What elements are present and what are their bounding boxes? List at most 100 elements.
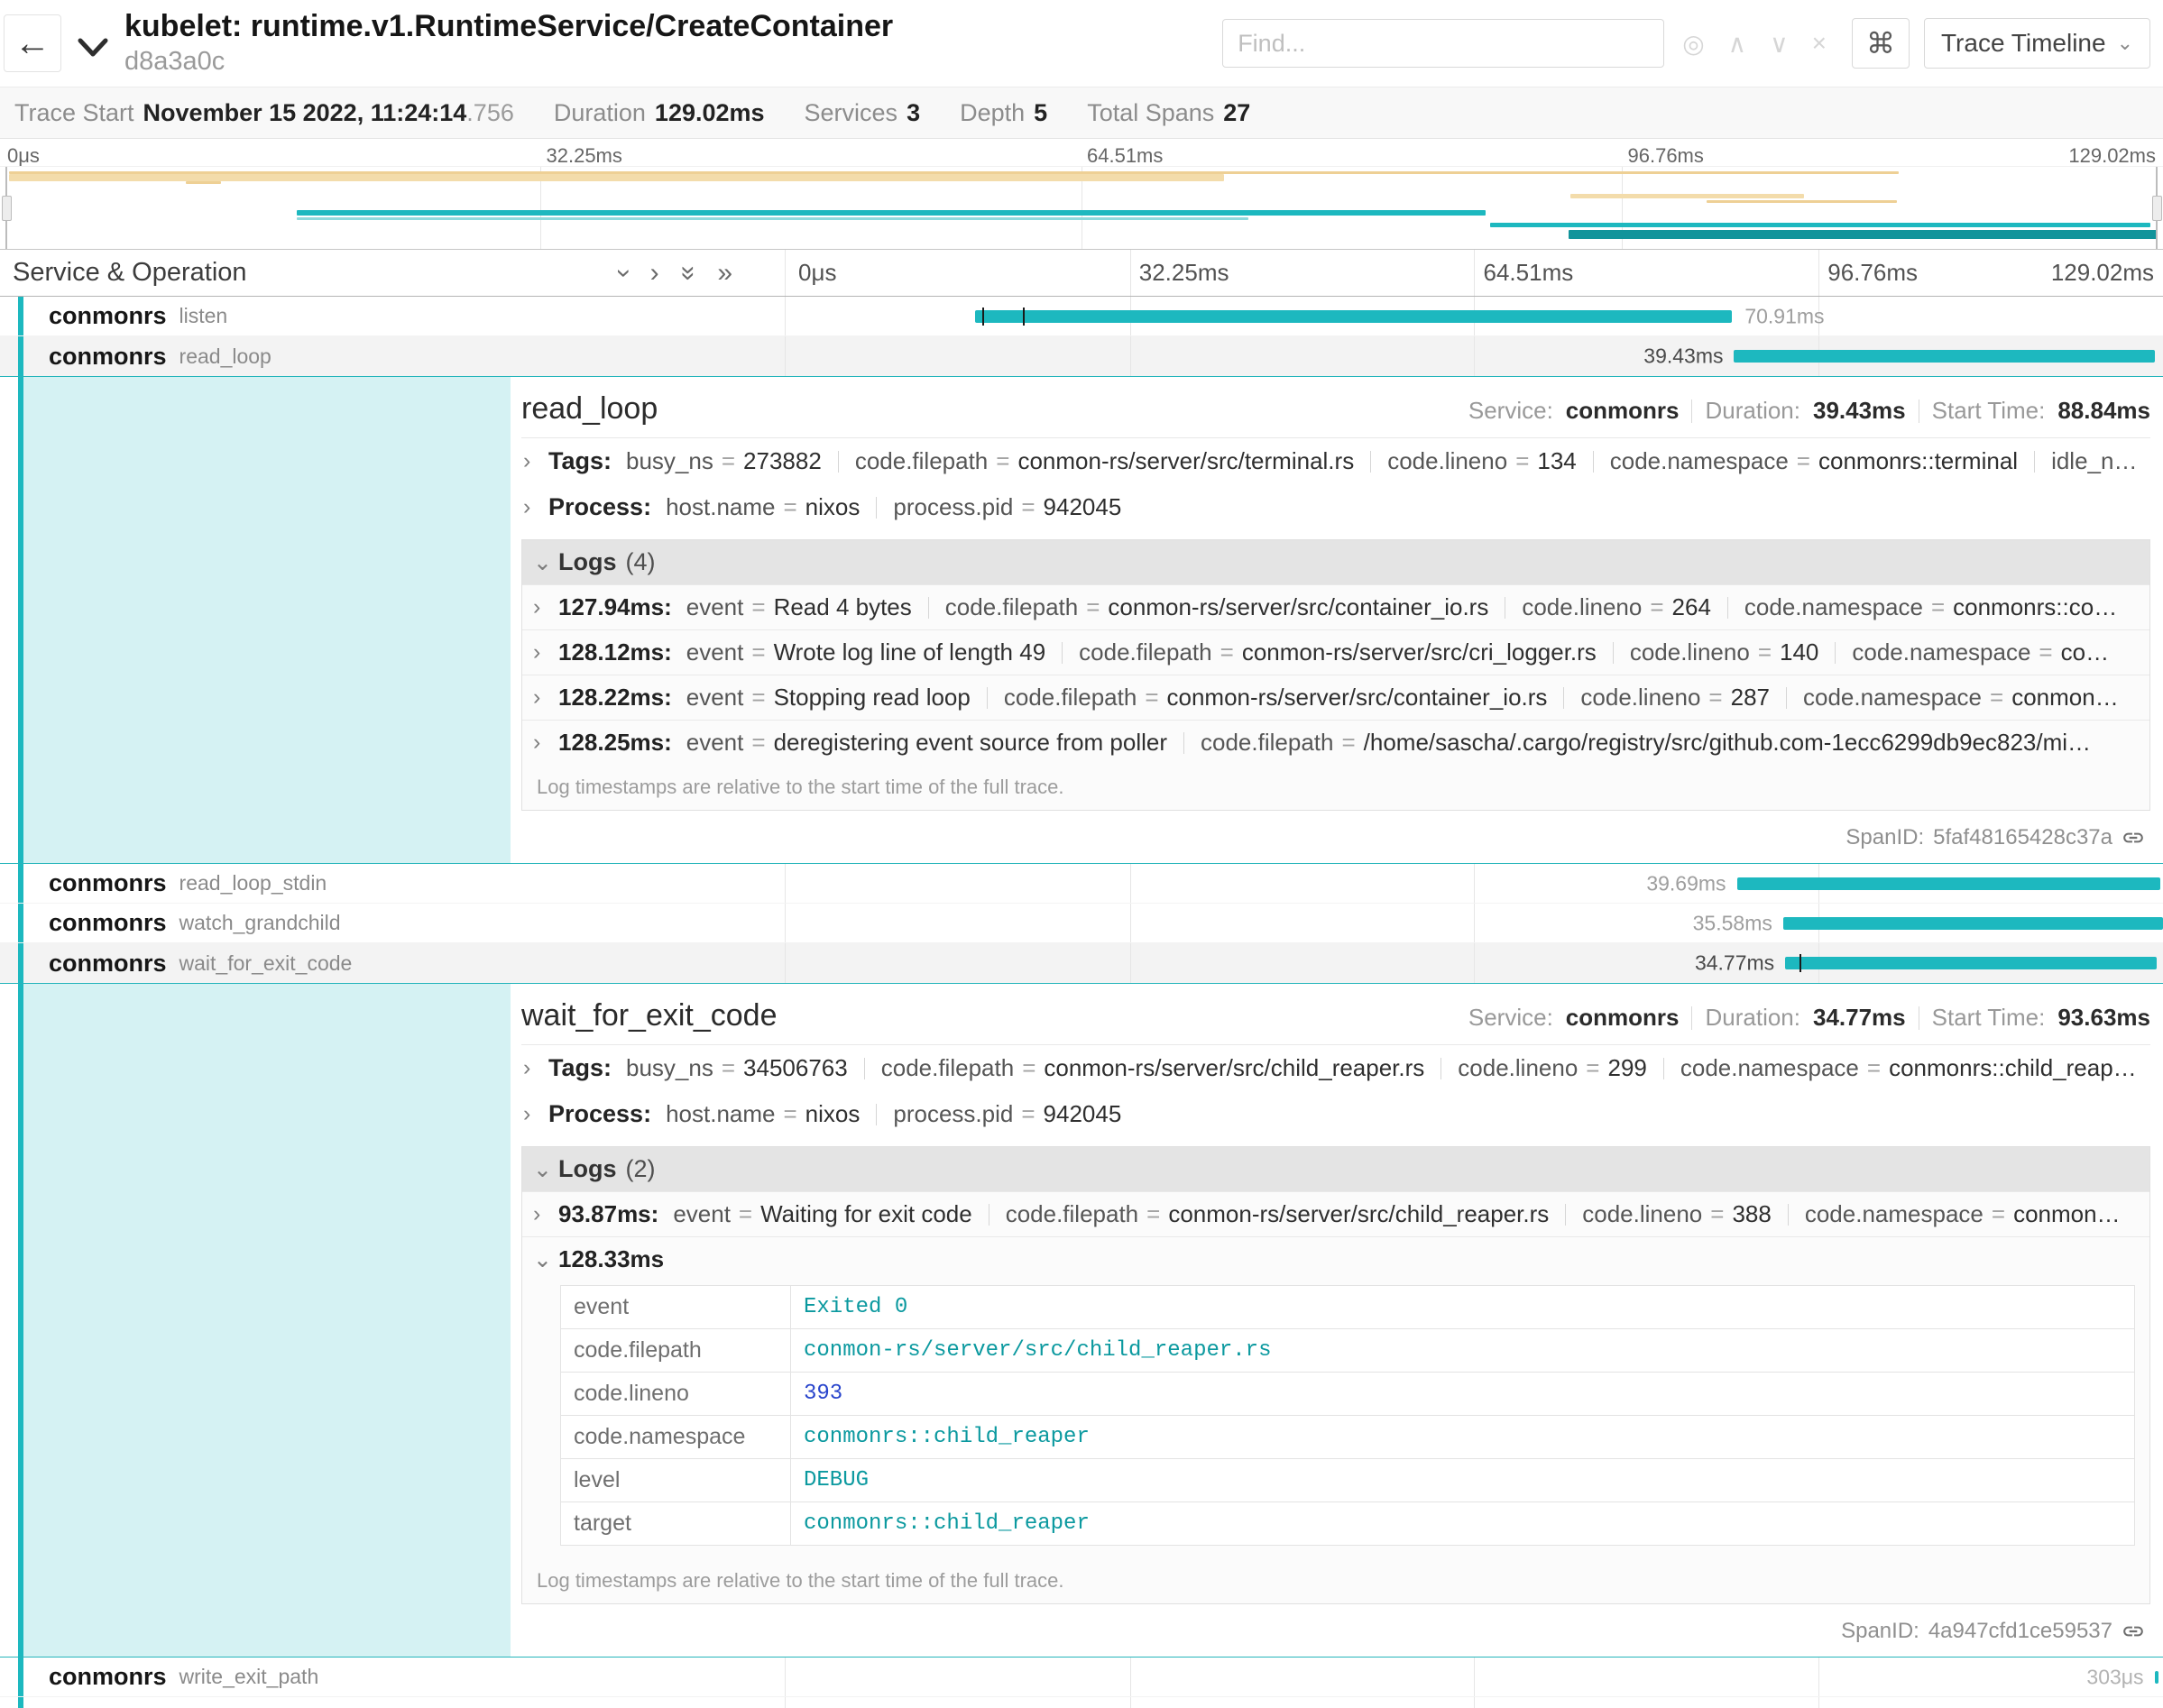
field-key: code.namespace bbox=[1805, 1200, 1984, 1227]
span-duration-label: 35.58ms bbox=[1693, 911, 1772, 935]
span-bar[interactable] bbox=[1785, 957, 2157, 969]
log-entry[interactable]: › 128.12ms: event=Wrote log line of leng… bbox=[522, 629, 2149, 675]
span-timeline-cell[interactable]: 35.58ms bbox=[785, 904, 2163, 942]
ruler-tick: 129.02ms bbox=[2051, 259, 2154, 287]
span-name-cell[interactable]: conmonrs watch_grandchild bbox=[0, 904, 785, 942]
span-detail-stats: Service:conmonrs Duration:39.43ms Start … bbox=[1468, 397, 2150, 425]
equals-sign: = bbox=[739, 1200, 752, 1227]
back-button[interactable]: ← bbox=[4, 14, 61, 72]
field-key: busy_ns bbox=[626, 447, 713, 474]
span-name-cell[interactable]: conmonrs write_exit_path bbox=[0, 1657, 785, 1696]
collapse-one-icon[interactable]: › bbox=[609, 269, 640, 278]
page-title: kubelet: runtime.v1.RuntimeService/Creat… bbox=[124, 10, 893, 43]
span-bar[interactable] bbox=[1737, 877, 2161, 890]
equals-sign: = bbox=[1086, 593, 1100, 620]
equals-sign: = bbox=[722, 447, 735, 474]
minimap-tick-row: 0μs 32.25ms 64.51ms 96.76ms 129.02ms bbox=[0, 139, 2163, 166]
minimap-left-handle[interactable] bbox=[5, 167, 7, 249]
span-timeline-cell[interactable]: 34.77ms bbox=[785, 943, 2163, 983]
field-value: Wrote log line of length 49 bbox=[774, 638, 1046, 666]
logs-title: Logs bbox=[558, 548, 617, 576]
minimap-right-handle[interactable] bbox=[2156, 167, 2158, 249]
expand-one-icon[interactable]: › bbox=[650, 258, 659, 289]
minimap-canvas[interactable] bbox=[0, 166, 2163, 249]
stat-value: conmonrs bbox=[1566, 397, 1680, 425]
log-entry-expanded[interactable]: ⌄ 128.33ms bbox=[522, 1236, 2149, 1281]
field-value: conmon… bbox=[2011, 684, 2119, 711]
link-icon[interactable] bbox=[2122, 826, 2145, 849]
process-section[interactable]: › Process: host.name=nixosprocess.pid=94… bbox=[521, 484, 2150, 530]
span-row-read-loop: conmonrs read_loop 39.43ms bbox=[0, 336, 2163, 376]
view-selector-button[interactable]: Trace Timeline ⌄ bbox=[1924, 18, 2150, 69]
stat-value: 34.77ms bbox=[1813, 1004, 1906, 1032]
span-duration-label: 39.43ms bbox=[1643, 344, 1723, 369]
span-duration-label: 39.69ms bbox=[1646, 871, 1726, 895]
spanid-label: SpanID: bbox=[1845, 825, 1924, 850]
span-bar[interactable] bbox=[2155, 1671, 2159, 1684]
field-value: Read 4 bytes bbox=[774, 593, 912, 620]
field-separator bbox=[1440, 1058, 1441, 1079]
trace-header-collapse-icon[interactable] bbox=[78, 36, 108, 64]
minimap-span-bar bbox=[297, 210, 1486, 216]
field-key: host.name bbox=[666, 1100, 775, 1127]
span-name-cell[interactable]: conmonrs read_loop bbox=[0, 336, 785, 376]
equals-sign: = bbox=[1145, 684, 1158, 711]
logs-accordion: ⌄ Logs (2) › 93.87ms: event=Waiting for … bbox=[521, 1146, 2150, 1604]
span-name-cell[interactable]: conmonrs wait_for_exit_code bbox=[0, 943, 785, 983]
span-bar[interactable] bbox=[1734, 350, 2155, 363]
span-name-cell bbox=[0, 1697, 785, 1708]
field-separator bbox=[1663, 1058, 1664, 1079]
log-entry[interactable]: › 127.94ms: event=Read 4 bytescode.filep… bbox=[522, 584, 2149, 629]
expand-all-icon[interactable]: » bbox=[717, 258, 732, 289]
equals-sign: = bbox=[1710, 1200, 1724, 1227]
equals-sign: = bbox=[1022, 1054, 1035, 1081]
locate-span-icon[interactable]: ◎ bbox=[1682, 29, 1704, 59]
stat-label: Start Time: bbox=[1932, 1004, 2046, 1032]
log-marker bbox=[1799, 954, 1801, 972]
logs-header[interactable]: ⌄ Logs (4) bbox=[522, 540, 2149, 584]
expand-collapse-controls: › › » » bbox=[620, 258, 732, 289]
span-bar[interactable] bbox=[1783, 917, 2163, 930]
span-name-cell[interactable]: conmonrs read_loop_stdin bbox=[0, 864, 785, 903]
process-label: Process: bbox=[548, 493, 651, 521]
clear-search-icon[interactable]: × bbox=[1812, 29, 1827, 58]
service-name: conmonrs bbox=[49, 343, 167, 371]
field-key: code.lineno bbox=[1580, 684, 1700, 711]
collapse-all-icon[interactable]: » bbox=[673, 265, 704, 280]
chevron-right-icon: › bbox=[533, 639, 558, 666]
span-timeline-cell[interactable]: 39.69ms bbox=[785, 864, 2163, 903]
equals-sign: = bbox=[1867, 1054, 1881, 1081]
log-entry[interactable]: › 128.22ms: event=Stopping read loopcode… bbox=[522, 675, 2149, 720]
log-entry[interactable]: › 128.25ms: event=deregistering event so… bbox=[522, 720, 2149, 765]
span-timeline-cell[interactable]: 303μs bbox=[785, 1657, 2163, 1696]
minimap-tick: 96.76ms bbox=[1628, 144, 1704, 168]
link-icon[interactable] bbox=[2122, 1620, 2145, 1643]
field-key: code.namespace bbox=[1852, 638, 2030, 666]
span-name-cell[interactable]: conmonrs listen bbox=[0, 297, 785, 335]
find-input[interactable] bbox=[1222, 19, 1664, 68]
minimap-span-bar bbox=[1490, 223, 2149, 227]
log-entry[interactable]: › 93.87ms: event=Waiting for exit codeco… bbox=[522, 1191, 2149, 1236]
keyboard-shortcuts-button[interactable]: ⌘ bbox=[1852, 18, 1910, 69]
tags-section[interactable]: › Tags: busy_ns=273882code.filepath=conm… bbox=[521, 438, 2150, 484]
field-key: code.namespace bbox=[1803, 684, 1982, 711]
span-bar[interactable] bbox=[975, 310, 1732, 323]
span-timeline-cell[interactable]: 70.91ms bbox=[785, 297, 2163, 335]
logs-header[interactable]: ⌄ Logs (2) bbox=[522, 1147, 2149, 1191]
stat-label: Start Time: bbox=[1932, 397, 2046, 425]
span-timeline-cell[interactable]: 39.43ms bbox=[785, 336, 2163, 376]
span-duration-label: 34.77ms bbox=[1695, 951, 1774, 976]
log-timestamp: 128.12ms: bbox=[558, 638, 672, 666]
field-value: 273882 bbox=[743, 447, 822, 474]
next-match-icon[interactable]: ∨ bbox=[1770, 29, 1789, 59]
spanid-row: SpanID: 5faf48165428c37a bbox=[521, 814, 2150, 858]
equals-sign: = bbox=[722, 1054, 735, 1081]
tags-section[interactable]: › Tags: busy_ns=34506763code.filepath=co… bbox=[521, 1045, 2150, 1091]
tag-list: busy_ns=34506763code.filepath=conmon-rs/… bbox=[626, 1054, 2137, 1082]
prev-match-icon[interactable]: ∧ bbox=[1728, 29, 1747, 59]
field-value: conmonrs::terminal bbox=[1818, 447, 2018, 474]
minimap-tick: 129.02ms bbox=[2068, 144, 2156, 168]
field-separator bbox=[1613, 642, 1614, 664]
process-section[interactable]: › Process: host.name=nixosprocess.pid=94… bbox=[521, 1091, 2150, 1137]
field-separator bbox=[1183, 732, 1184, 754]
